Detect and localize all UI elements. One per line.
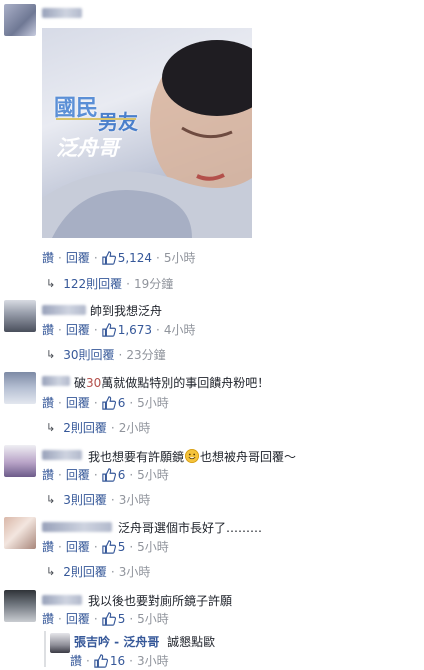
commenter-name[interactable]	[42, 595, 82, 605]
replies-time: 19分鐘	[133, 277, 174, 291]
commenter-name[interactable]	[42, 522, 112, 532]
commenter-name[interactable]	[42, 376, 70, 386]
comment-actions: 讚 · 回覆 · 5,124 · 5小時	[42, 249, 196, 266]
comment-text: 帥到我想泛舟	[90, 304, 163, 318]
comment-text: 破30萬就做點特別的事回饋舟粉吧！	[74, 376, 270, 390]
reply-link[interactable]: 回覆	[66, 321, 90, 338]
comment-text: 我也想要有許願鏡 也想被舟哥回覆～	[88, 449, 297, 464]
like-link[interactable]: 讚	[42, 466, 54, 483]
reply-link[interactable]: 回覆	[66, 610, 90, 627]
like-link[interactable]: 讚	[42, 249, 54, 266]
like-count[interactable]: 1,673	[118, 323, 152, 337]
reply-text: 誠懇點歐	[167, 635, 216, 649]
view-replies[interactable]: ↳ 3則回覆 · 3小時	[46, 491, 150, 508]
commenter-avatar[interactable]	[4, 4, 36, 36]
replies-count-link[interactable]: 122則回覆	[63, 275, 122, 292]
reply-link[interactable]: 回覆	[66, 249, 90, 266]
smile-emoji-icon	[185, 449, 200, 463]
reply-arrow-icon: ↳	[46, 565, 56, 578]
replies-count-link[interactable]: 30則回覆	[63, 346, 114, 363]
commenter-name[interactable]	[42, 8, 82, 18]
comment-text: 泛舟哥選個市長好了………	[118, 521, 263, 535]
comment-actions: 讚 · 回覆 · 5 · 5小時	[42, 610, 169, 627]
comment-photo[interactable]: 國民 男友 泛舟哥	[42, 28, 252, 238]
comment-actions: 讚 · 回覆 · 5 · 5小時	[42, 538, 169, 555]
commenter-avatar[interactable]	[4, 300, 36, 332]
comment-time[interactable]: 5小時	[137, 610, 169, 627]
reply-time[interactable]: 3小時	[137, 652, 169, 669]
replies-time: 3小時	[118, 565, 151, 579]
reply-thread-line	[44, 631, 46, 667]
like-link[interactable]: 讚	[42, 394, 54, 411]
replies-time: 23分鐘	[126, 348, 166, 362]
replies-count-link[interactable]: 2則回覆	[63, 563, 107, 580]
like-count[interactable]: 6	[118, 468, 126, 482]
comment-actions: 讚 · 回覆 · 1,673 · 4小時	[42, 321, 196, 338]
commenter-name[interactable]	[42, 305, 86, 315]
commenter-avatar[interactable]	[4, 590, 36, 622]
like-count[interactable]: 6	[118, 396, 126, 410]
photo-overlay-line2: 男友	[98, 110, 138, 134]
reply-link[interactable]: 回覆	[66, 538, 90, 555]
thumbs-up-icon	[94, 653, 108, 668]
replies-count-link[interactable]: 3則回覆	[63, 491, 107, 508]
reply-content: 張吉吟 - 泛舟哥 誠懇點歐	[74, 633, 215, 650]
commenter-avatar[interactable]	[4, 517, 36, 549]
comment-text: 我以後也要對廁所鏡子許願	[88, 594, 233, 608]
like-link[interactable]: 讚	[42, 538, 54, 555]
replies-time: 3小時	[118, 493, 151, 507]
view-replies[interactable]: ↳ 2則回覆 · 3小時	[46, 563, 150, 580]
replies-dot: ·	[126, 276, 130, 291]
commenter-name[interactable]	[42, 450, 82, 460]
replies-time: 2小時	[118, 421, 151, 435]
reply-arrow-icon: ↳	[46, 277, 56, 290]
comment-time[interactable]: 5小時	[137, 538, 169, 555]
thumbs-up-icon	[101, 539, 116, 554]
comment-number: 30	[86, 376, 102, 390]
thumbs-up-icon	[101, 250, 116, 265]
like-count[interactable]: 16	[110, 654, 125, 668]
thumbs-up-icon	[101, 322, 116, 337]
commenter-avatar[interactable]	[4, 372, 36, 404]
thumbs-up-icon	[101, 467, 116, 482]
thumbs-up-icon	[101, 395, 116, 410]
like-count[interactable]: 5	[118, 612, 126, 626]
reply-link[interactable]: 回覆	[66, 394, 90, 411]
view-replies[interactable]: ↳ 30則回覆 · 23分鐘	[46, 346, 166, 363]
reply-arrow-icon: ↳	[46, 421, 56, 434]
comment-actions: 讚 · 回覆 · 6 · 5小時	[42, 394, 169, 411]
like-link[interactable]: 讚	[42, 321, 54, 338]
commenter-avatar[interactable]	[4, 445, 36, 477]
view-replies[interactable]: ↳ 2則回覆 · 2小時	[46, 419, 150, 436]
reply-link[interactable]: 回覆	[66, 466, 90, 483]
reply-author[interactable]: 張吉吟 - 泛舟哥	[74, 635, 159, 649]
comment-actions: 讚 · 回覆 · 6 · 5小時	[42, 466, 169, 483]
reply-arrow-icon: ↳	[46, 348, 56, 361]
photo-overlay-line3: 泛舟哥	[56, 135, 119, 160]
photo-overlay-underline	[56, 118, 136, 120]
comment-time[interactable]: 5小時	[137, 466, 169, 483]
comment-time[interactable]: 4小時	[164, 321, 196, 338]
like-count[interactable]: 5,124	[118, 251, 152, 265]
reply-avatar[interactable]	[50, 633, 70, 653]
comment-time[interactable]: 5小時	[137, 394, 169, 411]
like-link[interactable]: 讚	[42, 610, 54, 627]
view-replies[interactable]: ↳ 122則回覆 · 19分鐘	[46, 275, 173, 292]
reply-arrow-icon: ↳	[46, 493, 56, 506]
like-count[interactable]: 5	[118, 540, 126, 554]
like-link[interactable]: 讚	[70, 652, 82, 669]
comment-time[interactable]: 5小時	[164, 249, 196, 266]
reply-actions: 讚 · 16 · 3小時	[70, 652, 169, 669]
replies-count-link[interactable]: 2則回覆	[63, 419, 107, 436]
thumbs-up-icon	[101, 611, 116, 626]
